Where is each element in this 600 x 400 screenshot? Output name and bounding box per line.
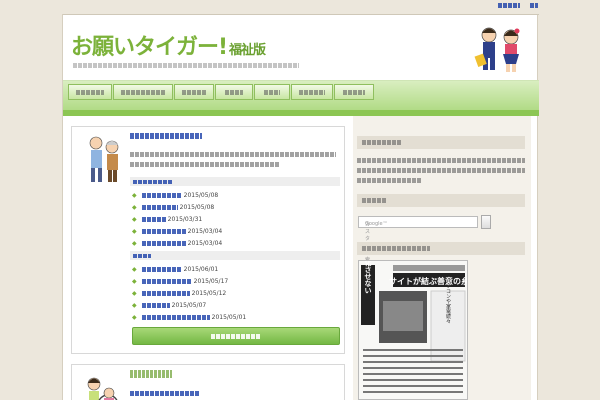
list-item[interactable]: ◆ 2015/05/08 <box>132 189 340 201</box>
list-item[interactable]: ◆ 2015/05/17 <box>132 275 340 287</box>
list-item[interactable]: ◆ 2015/06/01 <box>132 263 340 275</box>
list-item[interactable]: ◆ 2015/05/07 <box>132 299 340 311</box>
green-action-button[interactable] <box>132 327 340 345</box>
sidebar-heading-3 <box>357 242 525 255</box>
nav-tab-4[interactable] <box>215 84 253 100</box>
news-headline-1: サイトが結ぶ善意の糸 <box>389 276 468 286</box>
list-item[interactable]: ◆ 2015/03/31 <box>132 213 340 225</box>
news-headline-3: パソコンや家電続々 <box>445 279 451 324</box>
logo-text: お願いタイガー! <box>71 35 228 60</box>
intro-description <box>130 149 340 167</box>
logo-sub: 福祉版 <box>229 43 266 58</box>
bullet-icon: ◆ <box>132 203 137 211</box>
bullet-icon: ◆ <box>132 289 137 297</box>
site-logo[interactable]: お願いタイガー! 福祉版 <box>71 29 266 61</box>
news-headline-2: 風化させない <box>364 261 373 294</box>
top-links <box>490 2 538 10</box>
sidebar: Google™カスタム検索 サイトが結ぶ善意の糸 風化させない パソコンや家電続… <box>353 116 531 400</box>
nav-tab-1[interactable] <box>68 84 112 100</box>
second-box <box>71 364 345 400</box>
sidebar-heading-1 <box>357 136 525 149</box>
intro-box: ◆ 2015/05/08 ◆ 2015/05/08 ◆ 2015/03/31 ◆ 201… <box>71 126 345 354</box>
bullet-icon: ◆ <box>132 265 137 273</box>
updates-heading <box>130 177 340 186</box>
top-link-2[interactable] <box>530 2 538 10</box>
nav-tab-7[interactable] <box>334 84 374 100</box>
list-item[interactable]: ◆ 2015/05/08 <box>132 201 340 213</box>
list-item[interactable]: ◆ 2015/05/01 <box>132 311 340 323</box>
bullet-icon: ◆ <box>132 227 137 235</box>
nav-tab-5[interactable] <box>254 84 290 100</box>
search-input[interactable]: Google™カスタム検索 <box>358 216 478 263</box>
bullet-icon: ◆ <box>132 215 137 223</box>
newspaper-icon: サイトが結ぶ善意の糸 風化させない パソコンや家電続々 <box>359 261 468 399</box>
newspaper-clipping-image[interactable]: サイトが結ぶ善意の糸 風化させない パソコンや家電続々 <box>358 260 468 400</box>
nav-tab-2[interactable] <box>113 84 173 100</box>
main-nav <box>63 80 539 116</box>
kids-illustration-icon <box>474 27 520 72</box>
intro-title[interactable] <box>130 133 202 139</box>
bullet-icon: ◆ <box>132 277 137 285</box>
caregiver-illustration-icon <box>89 136 119 182</box>
sidebar-text-1 <box>357 158 527 183</box>
site-header: お願いタイガー! 福祉版 <box>63 14 539 80</box>
items-heading <box>130 251 340 260</box>
second-box-title <box>130 370 172 378</box>
list-item[interactable]: ◆ 2015/05/12 <box>132 287 340 299</box>
bullet-icon: ◆ <box>132 301 137 309</box>
bullet-icon: ◆ <box>132 313 137 321</box>
second-box-line[interactable] <box>130 391 200 397</box>
wheelchair-illustration-icon <box>87 377 118 400</box>
page-wrapper: お願いタイガー! 福祉版 ◆ 2015/05/08 ◆ 2015/05/08 ◆… <box>62 14 539 400</box>
nav-tab-6[interactable] <box>291 84 333 100</box>
sidebar-heading-2 <box>357 194 525 207</box>
search-button[interactable] <box>481 215 491 229</box>
nav-tab-3[interactable] <box>174 84 214 100</box>
main-content: ◆ 2015/05/08 ◆ 2015/05/08 ◆ 2015/03/31 ◆ 201… <box>71 126 345 400</box>
list-item[interactable]: ◆ 2015/03/04 <box>132 225 340 237</box>
updates-list: ◆ 2015/05/08 ◆ 2015/05/08 ◆ 2015/03/31 ◆ 201… <box>132 189 340 249</box>
items-list: ◆ 2015/06/01 ◆ 2015/05/17 ◆ 2015/05/12 ◆ 201… <box>132 263 340 323</box>
list-item[interactable]: ◆ 2015/03/04 <box>132 237 340 249</box>
bullet-icon: ◆ <box>132 239 137 247</box>
top-link-1[interactable] <box>497 2 520 10</box>
site-tagline <box>73 63 299 68</box>
bullet-icon: ◆ <box>132 191 137 199</box>
